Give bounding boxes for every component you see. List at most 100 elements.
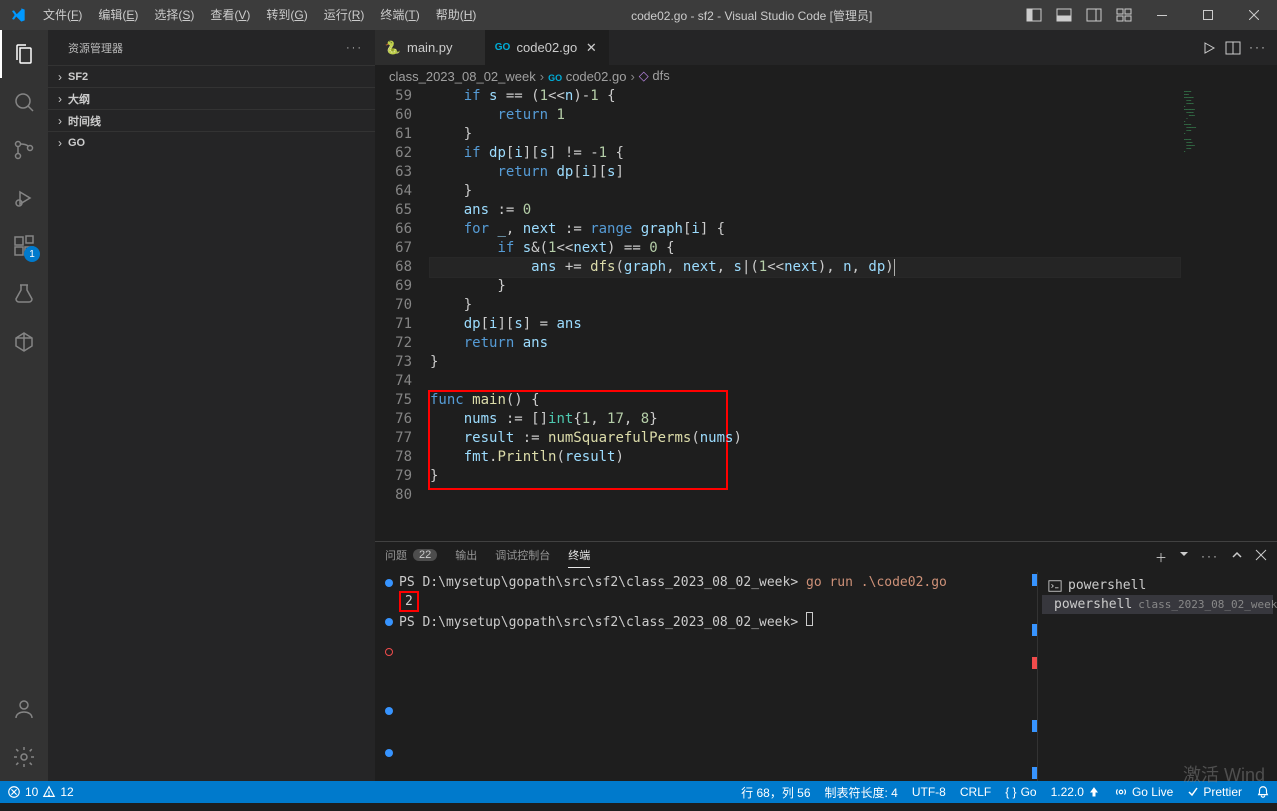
run-debug-icon[interactable]	[0, 174, 48, 222]
testing-icon[interactable]	[0, 270, 48, 318]
menu-item[interactable]: 选择(S)	[146, 0, 202, 30]
menubar: 文件(F)编辑(E)选择(S)查看(V)转到(G)运行(R)终端(T)帮助(H)	[35, 0, 484, 30]
breadcrumb-item[interactable]: GO code02.go	[548, 69, 626, 84]
layout-primary-icon[interactable]	[1019, 0, 1049, 30]
menu-item[interactable]: 运行(R)	[316, 0, 373, 30]
editor-content[interactable]: 5960616263646566676869707172737475767778…	[375, 87, 1277, 541]
code-line[interactable]: if s == (1<<n)-1 {	[430, 87, 1180, 106]
breadcrumb-item[interactable]: class_2023_08_02_week	[389, 69, 536, 84]
code-line[interactable]: fmt.Println(result)	[430, 448, 1180, 467]
terminal-entry[interactable]: powershellclass_2023_08_02_week	[1042, 595, 1273, 614]
code-line[interactable]: }	[430, 467, 1180, 486]
split-editor-icon[interactable]	[1225, 40, 1241, 56]
code-line[interactable]: result := numSquarefulPerms(nums)	[430, 429, 1180, 448]
maximize-button[interactable]	[1185, 0, 1231, 30]
status-goversion[interactable]: 1.22.0	[1044, 781, 1107, 803]
breadcrumbs[interactable]: class_2023_08_02_week›GO code02.go›◇ dfs	[375, 65, 1277, 87]
menu-item[interactable]: 文件(F)	[35, 0, 90, 30]
breadcrumb-item[interactable]: ◇ dfs	[639, 68, 670, 84]
status-prettier[interactable]: Prettier	[1180, 781, 1249, 803]
tabs-bar: 🐍main.pyGOcode02.go✕ ···	[375, 30, 1277, 65]
more-actions-icon[interactable]: ···	[1249, 40, 1267, 56]
code-line[interactable]: return 1	[430, 106, 1180, 125]
sidebar-section[interactable]: ›时间线	[48, 109, 375, 131]
terminal-line	[385, 631, 1017, 648]
code-line[interactable]: }	[430, 182, 1180, 201]
code-line[interactable]: ans := 0	[430, 201, 1180, 220]
code-line[interactable]: }	[430, 277, 1180, 296]
terminal-line: 2	[385, 591, 1017, 612]
sidebar-more-icon[interactable]: ···	[346, 42, 363, 54]
panel-up-icon[interactable]	[1231, 549, 1243, 566]
layout-customize-icon[interactable]	[1109, 0, 1139, 30]
new-terminal-icon[interactable]: ＋	[1155, 549, 1167, 566]
close-button[interactable]	[1231, 0, 1277, 30]
code-line[interactable]: if s&(1<<next) == 0 {	[430, 239, 1180, 258]
status-eol[interactable]: CRLF	[953, 781, 998, 803]
account-icon[interactable]	[0, 685, 48, 733]
editor-tab[interactable]: GOcode02.go✕	[485, 30, 610, 65]
code-line[interactable]: ans += dfs(graph, next, s|(1<<next), n, …	[430, 258, 1180, 277]
minimize-button[interactable]	[1139, 0, 1185, 30]
menu-item[interactable]: 查看(V)	[202, 0, 258, 30]
terminal-list: powershellpowershellclass_2023_08_02_wee…	[1037, 572, 1277, 781]
code-line[interactable]: if dp[i][s] != -1 {	[430, 144, 1180, 163]
code-line[interactable]: nums := []int{1, 17, 8}	[430, 410, 1180, 429]
status-tabsize[interactable]: 制表符长度: 4	[818, 781, 905, 803]
panel-tab[interactable]: 调试控制台	[495, 547, 550, 568]
code-line[interactable]	[430, 486, 1180, 505]
terminal-marker-icon	[385, 648, 393, 656]
explorer-icon[interactable]	[0, 30, 48, 78]
status-cursor[interactable]: 行 68，列 56	[734, 781, 817, 803]
status-encoding[interactable]: UTF-8	[905, 781, 953, 803]
layout-bottom-icon[interactable]	[1049, 0, 1079, 30]
panel-close-icon[interactable]	[1255, 549, 1267, 566]
file-icon: 🐍	[385, 40, 401, 56]
code-line[interactable]: func main() {	[430, 391, 1180, 410]
terminal-line	[385, 648, 1017, 656]
terminal-marker-icon	[385, 579, 393, 587]
menu-item[interactable]: 编辑(E)	[90, 0, 146, 30]
code-line[interactable]: dp[i][s] = ans	[430, 315, 1180, 334]
terminal-marker-icon	[385, 707, 393, 715]
status-lang[interactable]: { } Go	[998, 781, 1043, 803]
code-line[interactable]	[430, 372, 1180, 391]
run-icon[interactable]	[1201, 40, 1217, 56]
menu-item[interactable]: 帮助(H)	[428, 0, 485, 30]
menu-item[interactable]: 转到(G)	[258, 0, 315, 30]
minimap[interactable]: ▬▬▬▬▬▬▬▬▬▬▬▬▬▬▬▬▬▬ ▬▬▬▬ ▬▬▬▬▬▬▬▬▬▬▬▬▬▬▬▬…	[1180, 87, 1277, 541]
panel-tab[interactable]: 终端	[568, 547, 590, 568]
close-icon[interactable]: ✕	[583, 40, 599, 56]
more-terminal-icon[interactable]: ···	[1201, 549, 1219, 566]
code-line[interactable]: }	[430, 125, 1180, 144]
layout-secondary-icon[interactable]	[1079, 0, 1109, 30]
status-notifications-icon[interactable]	[1249, 781, 1277, 803]
code-line[interactable]: }	[430, 353, 1180, 372]
sidebar-section[interactable]: ›SF2	[48, 65, 375, 87]
sidebar-section[interactable]: ›大纲	[48, 87, 375, 109]
status-problems[interactable]: 10 12	[0, 781, 81, 803]
panel-tab[interactable]: 问题22	[385, 547, 437, 568]
terminal-dropdown-icon[interactable]	[1179, 549, 1189, 566]
sidebar-section[interactable]: ›GO	[48, 131, 375, 153]
code-line[interactable]: return dp[i][s]	[430, 163, 1180, 182]
sidebar-title: 资源管理器	[68, 40, 123, 56]
activity-bar: 1	[0, 30, 48, 781]
panel-tab[interactable]: 输出	[455, 547, 477, 568]
tanzu-icon[interactable]	[0, 318, 48, 366]
source-control-icon[interactable]	[0, 126, 48, 174]
code-line[interactable]: }	[430, 296, 1180, 315]
code-line[interactable]: for _, next := range graph[i] {	[430, 220, 1180, 239]
editor-tab[interactable]: 🐍main.py	[375, 30, 485, 65]
status-golive[interactable]: Go Live	[1107, 781, 1180, 803]
terminal-entry[interactable]: powershell	[1042, 576, 1273, 595]
menu-item[interactable]: 终端(T)	[372, 0, 427, 30]
titlebar: 文件(F)编辑(E)选择(S)查看(V)转到(G)运行(R)终端(T)帮助(H)…	[0, 0, 1277, 30]
terminal-indicators	[1027, 572, 1037, 781]
terminal-output[interactable]: PS D:\mysetup\gopath\src\sf2\class_2023_…	[375, 572, 1027, 781]
file-icon: GO	[495, 40, 511, 56]
code-line[interactable]: return ans	[430, 334, 1180, 353]
settings-icon[interactable]	[0, 733, 48, 781]
search-icon[interactable]	[0, 78, 48, 126]
extensions-icon[interactable]: 1	[0, 222, 48, 270]
